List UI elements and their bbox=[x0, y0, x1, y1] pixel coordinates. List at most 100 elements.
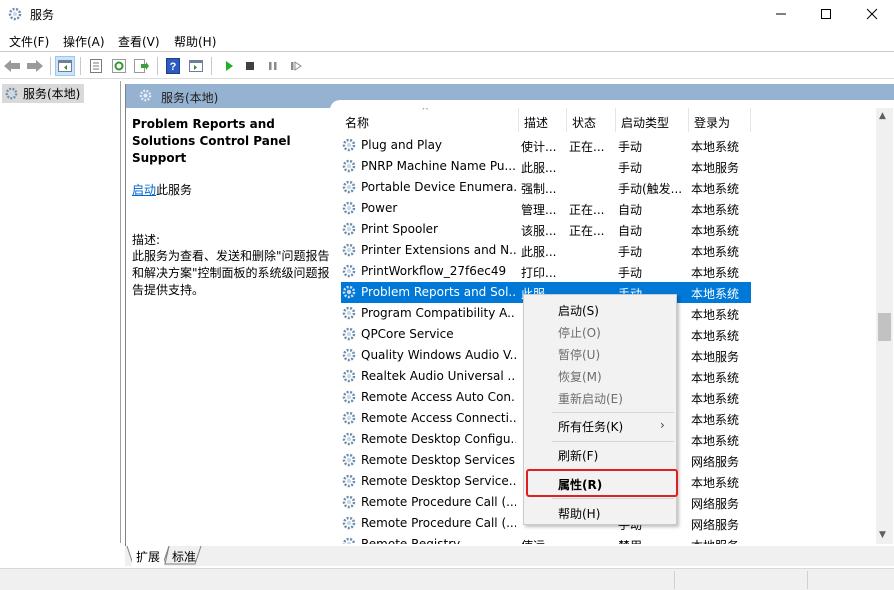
menu-file[interactable]: 文件(F) bbox=[9, 33, 49, 50]
service-gear-icon bbox=[341, 389, 357, 408]
column-header-description[interactable]: 描述 bbox=[524, 114, 548, 131]
tab-standard[interactable]: 标准 bbox=[168, 546, 200, 566]
service-name: Plug and Play bbox=[361, 138, 443, 152]
services-gear-icon bbox=[138, 88, 153, 106]
service-startup-type: 手动 bbox=[618, 140, 643, 154]
column-header-name[interactable]: 名称 bbox=[345, 114, 369, 131]
column-header-startup-type[interactable]: 启动类型 bbox=[621, 114, 669, 131]
service-name: Remote Access Connecti... bbox=[361, 411, 516, 425]
maximize-button[interactable] bbox=[803, 0, 849, 28]
service-logon-as: 本地系统 bbox=[691, 203, 740, 217]
service-logon-as: 本地服务 bbox=[691, 350, 740, 364]
service-logon-as: 本地系统 bbox=[691, 140, 740, 154]
tab-extended[interactable]: 扩展 bbox=[132, 546, 165, 566]
service-name: PrintWorkflow_27f6ec49 bbox=[361, 264, 507, 278]
service-row[interactable]: Plug and Play 使计... 正在... 手动 本地系统 bbox=[341, 135, 751, 156]
service-startup-type: 手动 bbox=[618, 245, 643, 259]
back-button[interactable] bbox=[2, 56, 22, 76]
service-gear-icon bbox=[341, 242, 357, 261]
context-menu-separator bbox=[552, 412, 674, 413]
scroll-down-icon[interactable]: ▼ bbox=[879, 530, 886, 540]
service-startup-type: 手动 bbox=[618, 161, 643, 175]
menu-bar: 文件(F) 操作(A) 查看(V) 帮助(H) bbox=[0, 30, 894, 52]
context-menu-pause: 暂停(U) bbox=[558, 348, 601, 362]
column-separator[interactable] bbox=[566, 108, 567, 132]
tree-node-label: 服务(本地) bbox=[23, 87, 81, 101]
context-menu-resume: 恢复(M) bbox=[558, 370, 602, 384]
scrollbar-thumb[interactable] bbox=[878, 313, 891, 341]
service-row[interactable]: Printer Extensions and N... 此服... 手动 本地系统 bbox=[341, 240, 751, 261]
service-description-cell: 使远... bbox=[521, 537, 565, 544]
service-description-cell: 打印... bbox=[521, 266, 557, 280]
svg-text:?: ? bbox=[170, 61, 177, 73]
service-name: PNRP Machine Name Pu... bbox=[361, 159, 516, 173]
service-row[interactable]: Remote Registry 使远... 禁用本地服务 bbox=[341, 534, 751, 544]
menu-help[interactable]: 帮助(H) bbox=[174, 33, 216, 50]
column-separator[interactable] bbox=[750, 108, 751, 132]
action-pane-icon bbox=[189, 60, 203, 72]
stop-service-button[interactable] bbox=[240, 56, 260, 76]
service-gear-icon bbox=[341, 263, 357, 282]
close-button[interactable] bbox=[849, 0, 894, 28]
service-description-cell: 该服... bbox=[521, 224, 557, 238]
export-list-button[interactable] bbox=[132, 56, 152, 76]
service-gear-icon bbox=[341, 368, 357, 387]
context-menu-start[interactable]: 启动(S) bbox=[558, 302, 599, 319]
sort-ascending-icon: ^ bbox=[421, 108, 430, 117]
service-name: Realtek Audio Universal ... bbox=[361, 369, 516, 383]
service-logon-as: 本地系统 bbox=[691, 245, 740, 259]
service-name: Remote Procedure Call (... bbox=[361, 495, 516, 509]
pause-service-button[interactable] bbox=[263, 56, 283, 76]
minimize-button[interactable] bbox=[758, 0, 804, 28]
vertical-scrollbar[interactable]: ▲ ▼ bbox=[876, 108, 893, 544]
scroll-up-icon[interactable]: ▲ bbox=[879, 111, 886, 121]
service-row[interactable]: PrintWorkflow_27f6ec49 打印... 手动 本地系统 bbox=[341, 261, 751, 282]
service-gear-icon bbox=[341, 452, 357, 471]
service-logon-as: 本地服务 bbox=[691, 161, 740, 175]
start-service-icon bbox=[226, 61, 233, 71]
pause-service-icon bbox=[269, 62, 277, 70]
window-title: 服务 bbox=[30, 8, 55, 22]
service-row[interactable]: Print Spooler 该服... 正在... 自动 本地系统 bbox=[341, 219, 751, 240]
refresh-button[interactable] bbox=[109, 56, 129, 76]
toolbar-separator bbox=[157, 57, 158, 75]
service-row[interactable]: Power 管理... 正在... 自动 本地系统 bbox=[341, 198, 751, 219]
help-button[interactable]: ? bbox=[163, 56, 183, 76]
service-logon-as: 本地系统 bbox=[691, 266, 740, 280]
restart-service-button[interactable] bbox=[286, 56, 306, 76]
service-logon-as: 本地系统 bbox=[691, 371, 740, 385]
service-row[interactable]: Portable Device Enumera... 强制... 手动(触发... 本… bbox=[341, 177, 751, 198]
action-pane-button[interactable] bbox=[186, 56, 206, 76]
service-gear-icon bbox=[341, 494, 357, 513]
service-description-cell: 此服... bbox=[521, 245, 557, 259]
service-logon-as: 网络服务 bbox=[691, 455, 740, 469]
context-menu-refresh[interactable]: 刷新(F) bbox=[558, 447, 598, 464]
properties-highlight-box bbox=[526, 469, 678, 497]
column-header-status[interactable]: 状态 bbox=[572, 114, 596, 131]
toolbar-separator bbox=[50, 57, 51, 75]
show-hide-tree-button[interactable] bbox=[55, 56, 75, 76]
service-name: QPCore Service bbox=[361, 327, 454, 341]
extended-description-panel: Problem Reports and Solutions Control Pa… bbox=[132, 116, 332, 299]
column-separator[interactable] bbox=[615, 108, 616, 132]
service-gear-icon bbox=[341, 305, 357, 324]
start-service-link[interactable]: 启动 bbox=[132, 183, 156, 197]
pane-header-title: 服务(本地) bbox=[161, 91, 219, 105]
menu-action[interactable]: 操作(A) bbox=[63, 33, 105, 50]
properties-button[interactable] bbox=[86, 56, 106, 76]
show-hide-tree-icon bbox=[58, 60, 72, 72]
service-row[interactable]: PNRP Machine Name Pu... 此服... 手动 本地服务 bbox=[341, 156, 751, 177]
tree-node-services-local[interactable]: 服务(本地) bbox=[2, 84, 84, 103]
menu-view[interactable]: 查看(V) bbox=[118, 33, 160, 50]
service-logon-as: 本地系统 bbox=[691, 476, 740, 490]
context-menu-all-tasks[interactable]: 所有任务(K) bbox=[558, 418, 623, 435]
column-separator[interactable] bbox=[518, 108, 519, 132]
start-service-button[interactable] bbox=[219, 56, 239, 76]
column-separator[interactable] bbox=[688, 108, 689, 132]
context-menu-separator bbox=[552, 498, 674, 499]
forward-button[interactable] bbox=[25, 56, 45, 76]
context-menu-help[interactable]: 帮助(H) bbox=[558, 505, 600, 522]
back-icon bbox=[4, 60, 20, 72]
service-status: 正在... bbox=[569, 203, 605, 217]
column-header-logon-as[interactable]: 登录为 bbox=[694, 114, 730, 131]
